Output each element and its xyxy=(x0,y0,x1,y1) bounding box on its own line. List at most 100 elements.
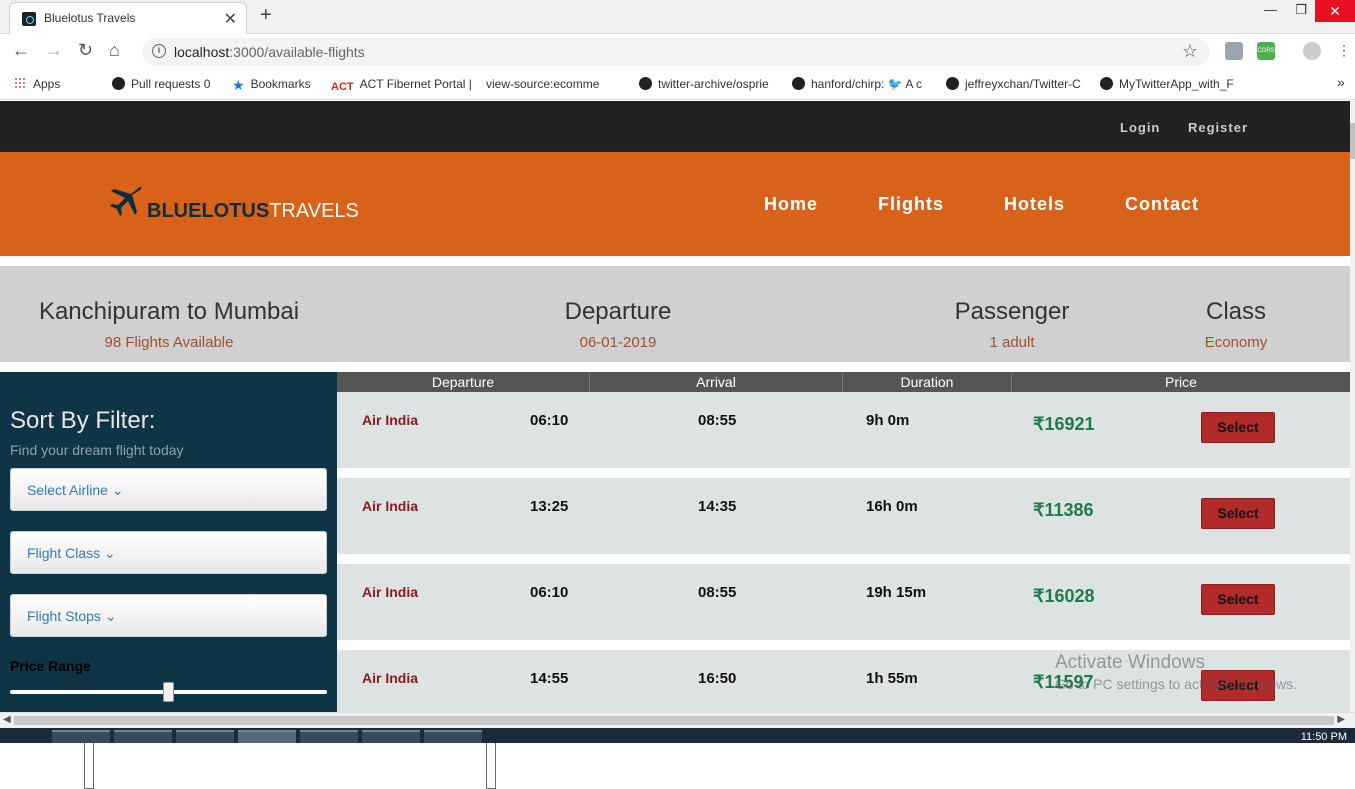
header-price: Price xyxy=(1165,374,1197,390)
flight-stops-dropdown[interactable]: Flight Stops ⌄ xyxy=(10,594,327,637)
filter-subtitle: Find your dream flight today xyxy=(10,442,184,458)
profile-avatar-icon[interactable] xyxy=(1303,42,1321,60)
price: ₹11386 xyxy=(1033,500,1094,520)
arrival-time: 08:55 xyxy=(698,412,737,429)
url-text: localhost:3000/available-flights xyxy=(174,44,365,60)
file-explorer-icon[interactable] xyxy=(52,730,110,743)
taskbar-app-icon[interactable] xyxy=(114,730,172,743)
departure-time: 06:10 xyxy=(530,584,569,601)
bookmark-bookmarks[interactable]: ★ Bookmarks xyxy=(232,77,311,94)
bookmark-twitter-archive[interactable]: twitter-archive/osprie xyxy=(639,77,769,91)
ie-taskbar-icon[interactable] xyxy=(300,730,358,743)
tab-title: Bluelotus Travels xyxy=(44,11,136,25)
web-page: Login Register BLUELOTUSTRAVELS Home Fli… xyxy=(0,101,1350,712)
price: ₹16921 xyxy=(1033,414,1095,434)
start-icon[interactable] xyxy=(6,730,40,743)
menu-kebab-icon[interactable]: ⋮ xyxy=(1337,42,1351,60)
tab-close-icon[interactable]: ✕ xyxy=(224,9,237,29)
price-slider-handle[interactable] xyxy=(163,682,174,702)
taskbar-clock: 11:50 PM xyxy=(1300,731,1347,743)
nav-hotels[interactable]: Hotels xyxy=(1004,194,1065,215)
departure-time: 13:25 xyxy=(530,498,569,515)
search-summary: Kanchipuram to Mumbai 98 Flights Availab… xyxy=(0,266,1350,362)
scroll-right-icon[interactable]: ▶ xyxy=(1337,714,1345,725)
browser-tab-bar: Bluelotus Travels ✕ + — ❐ ✕ xyxy=(0,0,1355,34)
back-icon[interactable]: ← xyxy=(12,40,30,61)
vertical-scroll-thumb[interactable] xyxy=(1350,123,1355,159)
github-icon xyxy=(1100,77,1113,90)
browser-tab[interactable]: Bluelotus Travels ✕ xyxy=(9,2,247,34)
class-summary: Class Economy xyxy=(1186,298,1286,351)
airline-name: Air India xyxy=(362,584,419,600)
site-info-icon[interactable]: i xyxy=(152,44,166,58)
departure-time: 14:55 xyxy=(530,670,569,687)
vertical-scrollbar[interactable] xyxy=(1350,101,1355,712)
logo-text: BLUELOTUSTRAVELS xyxy=(147,200,359,222)
skype-extension-icon[interactable] xyxy=(1225,42,1243,60)
bookmark-view-source[interactable]: view-source:ecomme xyxy=(486,77,599,789)
window-close-icon[interactable]: ✕ xyxy=(1315,0,1355,22)
bookmarks-overflow-icon[interactable]: » xyxy=(1337,74,1345,90)
chrome-taskbar-icon[interactable] xyxy=(238,730,296,743)
reload-icon[interactable]: ↻ xyxy=(78,40,93,61)
passenger-value: 1 adult xyxy=(989,334,1035,351)
bookmark-chirp[interactable]: hanford/chirp: 🐦 A c xyxy=(792,77,922,91)
bookmark-apps[interactable]: Apps xyxy=(14,77,60,91)
horizontal-scrollbar[interactable]: ◀ ▶ xyxy=(0,712,1355,728)
select-button[interactable]: Select xyxy=(1201,584,1275,615)
omnibox[interactable]: i localhost:3000/available-flights ☆ xyxy=(142,38,1210,66)
nav-home[interactable]: Home xyxy=(764,194,818,215)
departure-date: 06-01-2019 xyxy=(579,334,657,351)
bookmark-mytwitterapp[interactable]: MyTwitterApp_with_F xyxy=(1100,77,1234,91)
class-value: Economy xyxy=(1204,334,1268,351)
react-favicon-icon xyxy=(22,12,36,26)
duration: 1h 55m xyxy=(866,670,918,687)
filter-sidebar: Sort By Filter: Find your dream flight t… xyxy=(0,372,337,712)
departure-time: 06:10 xyxy=(530,412,569,429)
flight-class-dropdown[interactable]: Flight Class ⌄ xyxy=(10,531,327,574)
bookmark-pull-requests[interactable]: Pull requests 0 xyxy=(112,77,210,91)
watermark-title: Activate Windows xyxy=(1055,652,1205,673)
register-link[interactable]: Register xyxy=(1188,120,1248,135)
top-auth-bar: Login Register xyxy=(0,101,1350,152)
act-logo-icon: ACT xyxy=(331,81,354,93)
cors-extension-icon[interactable]: CORS xyxy=(1257,42,1275,60)
scroll-left-icon[interactable]: ◀ xyxy=(3,714,11,725)
github-icon xyxy=(639,77,652,90)
passenger-label: Passenger xyxy=(954,298,1070,325)
nav-contact[interactable]: Contact xyxy=(1125,194,1199,215)
horizontal-scroll-thumb[interactable] xyxy=(14,716,1334,725)
home-icon[interactable]: ⌂ xyxy=(109,40,120,61)
star-icon: ★ xyxy=(232,77,245,93)
flight-row: Air India 06:10 08:55 19h 15m ₹16028 Sel… xyxy=(337,564,1350,640)
login-link[interactable]: Login xyxy=(1120,120,1160,135)
header-arrival: Arrival xyxy=(696,374,736,390)
bookmarks-bar: Apps Pull requests 0 ★ Bookmarks ACT ACT F… xyxy=(0,70,1355,789)
select-button[interactable]: Select xyxy=(1201,412,1275,443)
flight-row: Air India 13:25 14:35 16h 0m ₹11386 Sele… xyxy=(337,478,1350,554)
apps-grid-icon xyxy=(14,77,27,90)
airline-name: Air India xyxy=(362,498,419,514)
price-range-label: Price Range xyxy=(10,658,91,674)
bookmark-jeffreyxchan[interactable]: jeffreyxchan/Twitter-C xyxy=(946,77,1081,91)
plane-icon xyxy=(110,186,142,216)
forward-icon[interactable]: → xyxy=(45,40,63,61)
bookmark-act[interactable]: ACT ACT Fibernet Portal | xyxy=(331,77,472,93)
header-departure: Departure xyxy=(431,374,495,390)
new-tab-icon[interactable]: + xyxy=(260,4,272,27)
filter-title: Sort By Filter: xyxy=(10,407,156,434)
minimize-icon[interactable]: — xyxy=(1264,2,1277,17)
github-icon xyxy=(112,77,125,90)
airline-name: Air India xyxy=(362,412,419,428)
nav-flights[interactable]: Flights xyxy=(878,194,944,215)
taskbar-app-icon[interactable] xyxy=(176,730,234,743)
bookmark-star-icon[interactable]: ☆ xyxy=(1182,41,1198,62)
select-airline-dropdown[interactable]: Select Airline ⌄ xyxy=(10,468,327,511)
github-icon xyxy=(946,77,959,90)
restore-icon[interactable]: ❐ xyxy=(1295,2,1307,18)
taskbar-app-icon[interactable] xyxy=(362,730,420,743)
airline-name: Air India xyxy=(362,670,419,686)
vscode-taskbar-icon[interactable] xyxy=(424,730,482,743)
departure-label: Departure xyxy=(564,298,672,325)
select-button[interactable]: Select xyxy=(1201,498,1275,529)
